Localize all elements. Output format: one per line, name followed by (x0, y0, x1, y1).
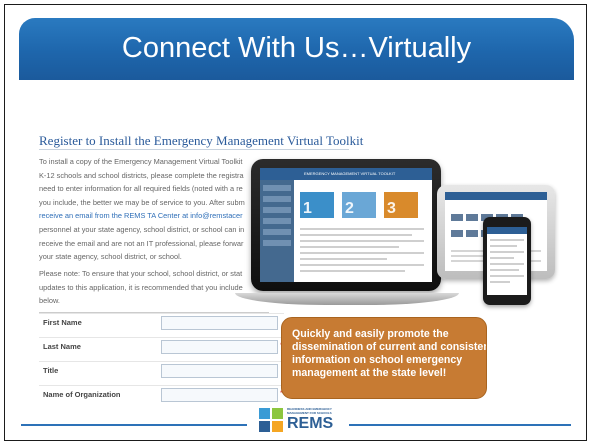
rems-logo-text: REMS (287, 415, 334, 432)
laptop-screen: EMERGENCY MANAGEMENT VIRTUAL TOOLKIT 1 2… (260, 168, 432, 282)
laptop-device-image: EMERGENCY MANAGEMENT VIRTUAL TOOLKIT 1 2… (251, 159, 441, 291)
field-label: Name of Organization (43, 390, 121, 399)
intro-paragraph: To install a copy of the Emergency Manag… (39, 155, 269, 264)
toolkit-tile-2: 2 (342, 192, 376, 218)
last-name-input[interactable] (161, 340, 278, 354)
field-label: First Name (43, 318, 82, 327)
callout-line: dissemination of current and consistent (292, 341, 487, 353)
form-row-first-name: First Name (39, 313, 284, 336)
callout-line: Quickly and easily promote the (292, 328, 449, 340)
field-label: Last Name (43, 342, 81, 351)
phone-device-image (483, 217, 531, 305)
tile-number: 3 (387, 200, 396, 217)
form-row-title: Title (39, 361, 284, 384)
tile-number: 1 (303, 200, 312, 217)
phone-screen-header (487, 227, 527, 234)
callout-line: management at the state level! (292, 367, 447, 379)
slide: Connect With Us…Virtually Register to In… (4, 4, 587, 441)
form-row-last-name: Last Name * (39, 337, 284, 360)
organization-input[interactable] (161, 388, 278, 402)
tile-number: 2 (345, 200, 354, 217)
first-name-input[interactable] (161, 316, 278, 330)
text-line: K-12 schools and school districts, pleas… (39, 170, 244, 180)
form-row-organization: Name of Organization * (39, 385, 284, 408)
rems-logo-tagline: READINESS AND EMERGENCY MANAGEMENT FOR S… (287, 407, 332, 415)
rems-logo: READINESS AND EMERGENCY MANAGEMENT FOR S… (259, 407, 343, 432)
heading-divider (39, 149, 349, 150)
toolkit-text-lines (300, 228, 424, 276)
callout-line: information on school emergency (292, 354, 463, 366)
tablet-icon-row (451, 208, 526, 221)
tablet-screen-header (445, 192, 547, 200)
text-line: you include, the better we may be of ser… (39, 197, 245, 207)
text-line: Please note: To ensure that your school,… (39, 269, 243, 278)
phone-text-lines (490, 239, 524, 287)
text-line: below. (39, 296, 60, 306)
text-line: personnel at your state agency, school d… (39, 224, 245, 234)
title-input[interactable] (161, 364, 278, 378)
email-link-line[interactable]: receive an email from the REMS TA Center… (39, 209, 269, 223)
slide-title: Connect With Us…Virtually (121, 32, 472, 64)
toolkit-screen-header: EMERGENCY MANAGEMENT VIRTUAL TOOLKIT (260, 168, 432, 180)
field-label: Title (43, 366, 59, 375)
toolkit-sidebar (260, 180, 294, 282)
toolkit-tile-3: 3 (384, 192, 418, 218)
phone-screen (487, 227, 527, 295)
text-line: To install a copy of the Emergency Manag… (39, 157, 243, 166)
text-line: need to enter information for all requir… (39, 184, 243, 194)
text-line: your state agency, school district, or s… (39, 252, 182, 262)
toolkit-tile-1: 1 (300, 192, 334, 218)
registration-heading: Register to Install the Emergency Manage… (39, 133, 364, 148)
footer-rule-right (349, 424, 571, 426)
title-bar: Connect With Us…Virtually (19, 18, 574, 80)
rems-logo-icon (259, 408, 283, 432)
footer-rule-left (21, 424, 247, 426)
note-paragraph: Please note: To ensure that your school,… (39, 267, 269, 308)
callout-box: Quickly and easily promote the dissemina… (281, 317, 487, 399)
text-line: receive the email and are not an IT prof… (39, 238, 244, 248)
